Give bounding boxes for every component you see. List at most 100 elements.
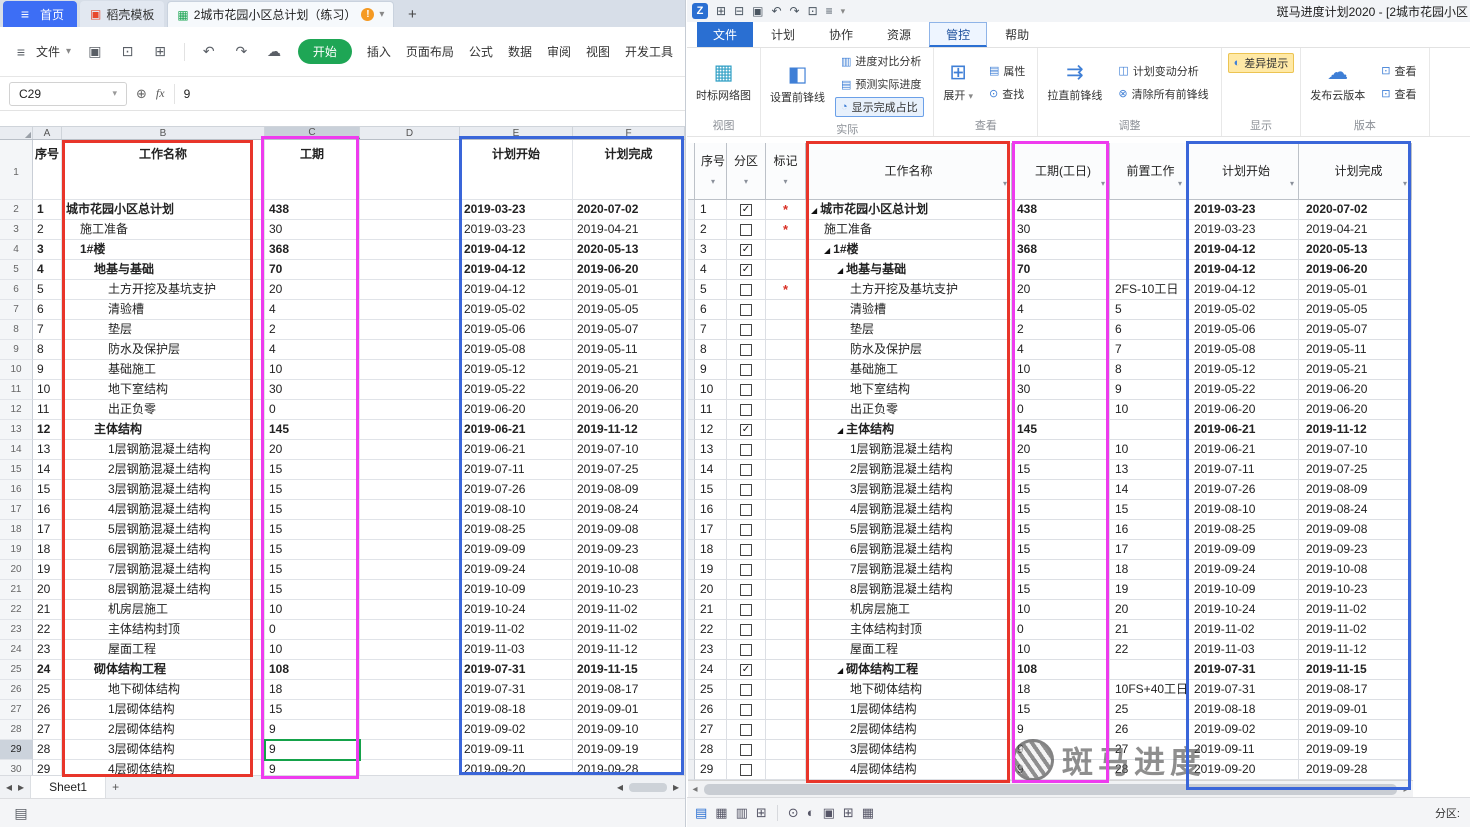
- cell-predecessor[interactable]: 10: [1110, 400, 1187, 420]
- cell-end-date[interactable]: 2019-05-11: [573, 340, 685, 360]
- cell-task-name[interactable]: ◢ 主体结构: [806, 420, 1012, 440]
- partition-checkbox[interactable]: [740, 343, 752, 356]
- cell-end-date[interactable]: 2019-09-19: [573, 740, 685, 760]
- view-mode-network-icon[interactable]: ▥: [736, 805, 748, 821]
- cell-duration[interactable]: 10: [1012, 600, 1110, 620]
- cell-duration[interactable]: 145: [265, 420, 360, 440]
- cell-duration[interactable]: 108: [1012, 660, 1110, 680]
- cell-duration[interactable]: 4: [1012, 300, 1110, 320]
- row-gutter[interactable]: [688, 700, 695, 720]
- cell-index[interactable]: 13: [33, 440, 62, 460]
- cell-index[interactable]: 11: [695, 400, 727, 420]
- cell-planned-start[interactable]: 2019-05-22: [1187, 380, 1299, 400]
- cell-predecessor[interactable]: 18: [1110, 560, 1187, 580]
- column-header-f[interactable]: F: [573, 127, 685, 139]
- cell-task-name[interactable]: 7层钢筋混凝土结构: [806, 560, 1012, 580]
- cell-task-name[interactable]: 主体结构: [62, 420, 265, 440]
- cell-empty[interactable]: [360, 660, 460, 680]
- header-predecessor[interactable]: 前置工作 ▾: [1110, 143, 1187, 200]
- cell-duration[interactable]: 15: [1012, 560, 1110, 580]
- cell-planned-end[interactable]: 2020-07-02: [1299, 200, 1412, 220]
- cell-duration[interactable]: 2: [1012, 320, 1110, 340]
- cell-start-date[interactable]: 2019-05-22: [460, 380, 573, 400]
- partition-checkbox[interactable]: [740, 323, 752, 336]
- cell-planned-end[interactable]: 2019-11-02: [1299, 600, 1412, 620]
- cell-task-name[interactable]: 5层钢筋混凝土结构: [806, 520, 1012, 540]
- header-planned-start[interactable]: 计划开始 ▾: [1187, 143, 1299, 200]
- cell-index[interactable]: 4: [33, 260, 62, 280]
- menu-tab-collaborate[interactable]: 协作: [813, 22, 869, 47]
- scrollbar-thumb[interactable]: [704, 783, 1397, 795]
- cell-duration[interactable]: 15: [1012, 480, 1110, 500]
- cell-index[interactable]: 17: [33, 520, 62, 540]
- cell-start-date[interactable]: 2019-09-02: [460, 720, 573, 740]
- new-tab-button[interactable]: +: [401, 3, 423, 25]
- cell-partition[interactable]: [727, 360, 766, 380]
- cell-index[interactable]: 13: [695, 440, 727, 460]
- document-warning-icon[interactable]: !: [361, 8, 375, 21]
- cell-index[interactable]: 3: [33, 240, 62, 260]
- menu-tab-control[interactable]: 管控: [929, 22, 988, 47]
- row-number[interactable]: 28: [0, 720, 33, 740]
- cell-empty[interactable]: [360, 740, 460, 760]
- cell-empty[interactable]: [360, 520, 460, 540]
- cell-empty[interactable]: [360, 480, 460, 500]
- partition-checkbox[interactable]: [740, 383, 752, 396]
- cell-planned-start[interactable]: 2019-08-25: [1187, 520, 1299, 540]
- header-cell-task-name[interactable]: 工作名称: [62, 140, 265, 200]
- cell-planned-start[interactable]: 2019-11-03: [1187, 640, 1299, 660]
- cell-duration[interactable]: 108: [265, 660, 360, 680]
- row-number[interactable]: 21: [0, 580, 33, 600]
- cell-end-date[interactable]: 2019-10-23: [573, 580, 685, 600]
- cell-start-date[interactable]: 2019-04-12: [460, 240, 573, 260]
- straighten-frontline-button[interactable]: ⇉ 拉直前锋线: [1044, 61, 1105, 104]
- partition-checkbox[interactable]: [740, 643, 752, 656]
- cell-partition[interactable]: [727, 300, 766, 320]
- cell-index[interactable]: 26: [695, 700, 727, 720]
- row-number[interactable]: 9: [0, 340, 33, 360]
- zoom-tool-icon[interactable]: ⊙: [788, 805, 799, 821]
- cell-planned-end[interactable]: 2019-10-23: [1299, 580, 1412, 600]
- timescale-network-button[interactable]: ▦ 时标网络图: [693, 61, 754, 104]
- view-mode-table-icon[interactable]: ▤: [695, 805, 707, 821]
- cell-task-name[interactable]: 城市花园小区总计划: [62, 200, 265, 220]
- layout-tool-icon[interactable]: ▦: [862, 805, 874, 821]
- view-mode-split-icon[interactable]: ⊞: [756, 805, 767, 821]
- cell-duration[interactable]: 4: [265, 300, 360, 320]
- row-gutter[interactable]: [688, 400, 695, 420]
- cell-task-name[interactable]: 基础施工: [62, 360, 265, 380]
- cell-predecessor[interactable]: 22: [1110, 640, 1187, 660]
- row-gutter[interactable]: [688, 220, 695, 240]
- ribbon-tab-view[interactable]: 视图: [586, 43, 610, 60]
- collapse-triangle-icon[interactable]: ◢: [837, 266, 843, 275]
- cell-task-name[interactable]: 5层钢筋混凝土结构: [62, 520, 265, 540]
- cell-partition[interactable]: [727, 760, 766, 780]
- cell-duration[interactable]: 0: [265, 620, 360, 640]
- cell-empty[interactable]: [360, 320, 460, 340]
- cell-duration[interactable]: 145: [1012, 420, 1110, 440]
- cell-duration[interactable]: 15: [1012, 460, 1110, 480]
- cell-mark[interactable]: [766, 760, 806, 780]
- cell-predecessor[interactable]: [1110, 240, 1187, 260]
- cell-task-name[interactable]: 清验槽: [62, 300, 265, 320]
- cell-index[interactable]: 5: [33, 280, 62, 300]
- cell-planned-end[interactable]: 2019-05-07: [1299, 320, 1412, 340]
- cell-empty[interactable]: [360, 500, 460, 520]
- cell-index[interactable]: 11: [33, 400, 62, 420]
- row-number[interactable]: 25: [0, 660, 33, 680]
- partition-checkbox[interactable]: [740, 603, 752, 616]
- cell-index[interactable]: 25: [33, 680, 62, 700]
- publish-cloud-version-button[interactable]: ☁ 发布云版本: [1307, 61, 1368, 104]
- partition-checkbox[interactable]: [740, 403, 752, 416]
- cell-task-name[interactable]: 砌体结构工程: [62, 660, 265, 680]
- menu-tab-help[interactable]: 帮助: [989, 22, 1045, 47]
- menu-tab-file[interactable]: 文件: [697, 22, 754, 47]
- cell-task-name[interactable]: ◢ 砌体结构工程: [806, 660, 1012, 680]
- cell-mark[interactable]: [766, 580, 806, 600]
- scroll-left-icon[interactable]: ◂: [688, 784, 702, 795]
- cell-task-name[interactable]: 主体结构封顶: [62, 620, 265, 640]
- cell-predecessor[interactable]: 10: [1110, 440, 1187, 460]
- cell-duration[interactable]: 20: [265, 440, 360, 460]
- row-number[interactable]: 29: [0, 740, 33, 760]
- cell-task-name[interactable]: 出正负零: [62, 400, 265, 420]
